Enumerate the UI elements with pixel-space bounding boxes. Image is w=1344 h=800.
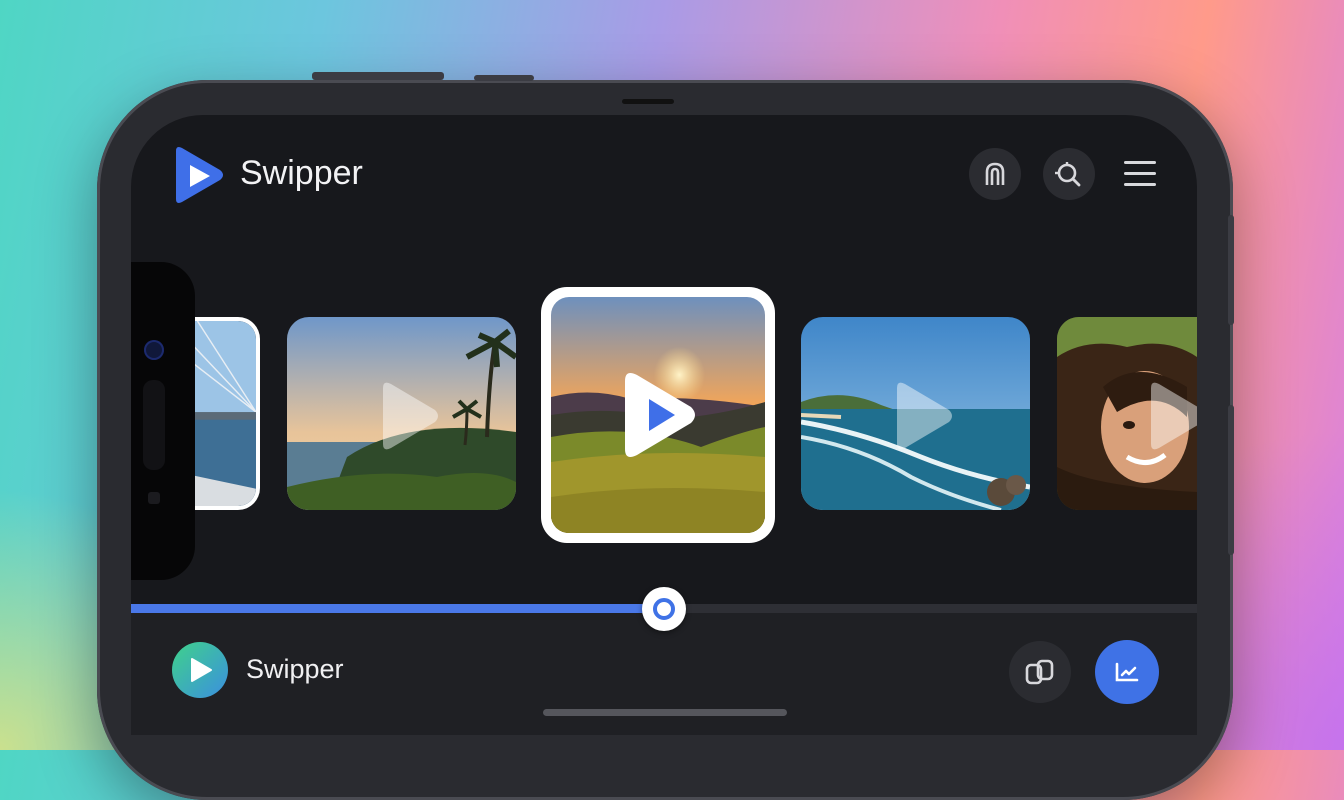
progress-fill [131, 604, 664, 613]
arch-button[interactable] [969, 148, 1021, 200]
camera-icon [144, 340, 164, 360]
camera-island [131, 262, 195, 580]
phone-top-button [312, 72, 444, 80]
phone-top-button-small [474, 75, 534, 81]
bottom-logo-icon [172, 642, 228, 698]
sensor-grill [143, 380, 165, 470]
play-ghost-icon [897, 382, 952, 450]
app-title: Swipper [240, 154, 363, 192]
home-indicator[interactable] [543, 709, 787, 716]
play-ghost-icon [1151, 382, 1197, 450]
activity-icon [1115, 662, 1139, 682]
progress-knob[interactable] [642, 587, 686, 631]
menu-icon[interactable] [1120, 156, 1160, 192]
carousel-item-portrait[interactable] [1057, 317, 1197, 510]
carousel-item-ocean[interactable] [801, 317, 1030, 510]
play-ghost-icon [383, 382, 438, 450]
sensor-dot [148, 492, 160, 504]
layers-button[interactable] [1009, 641, 1071, 703]
arch-icon [985, 162, 1005, 185]
carousel-item-palms[interactable] [287, 317, 516, 510]
play-icon[interactable] [619, 369, 699, 461]
bottom-title: Swipper [246, 654, 344, 684]
app-logo-icon [176, 147, 223, 203]
search-button[interactable] [1043, 148, 1095, 200]
speaker-slot [622, 99, 674, 104]
search-icon [1055, 162, 1081, 187]
activity-button[interactable] [1095, 640, 1159, 704]
phone-side-button [1228, 215, 1234, 325]
bridge-image [188, 321, 256, 506]
carousel-item-bridge[interactable] [188, 317, 260, 510]
phone-side-button-lower [1228, 405, 1234, 555]
layers-icon [1025, 659, 1054, 685]
